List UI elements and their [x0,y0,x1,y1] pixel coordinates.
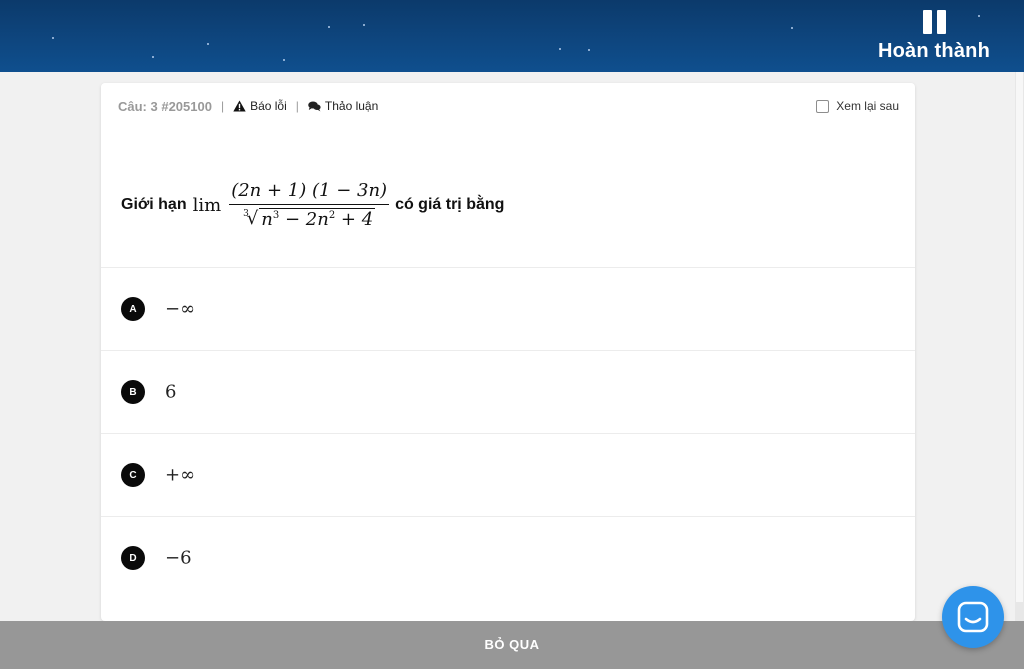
fraction-denominator: 3 √ n3 − 2n2 + 4 [243,205,376,230]
option-value: −∞ [165,298,196,320]
option-letter-badge: B [121,380,145,404]
answer-option-b[interactable]: B 6 [101,351,915,433]
star-decoration [791,27,793,29]
radicand-term: n [261,209,273,230]
separator: | [220,99,225,113]
star-decoration [363,24,365,26]
report-error-link[interactable]: Báo lỗi [233,99,287,113]
chat-launcher-button[interactable] [942,586,1004,648]
radicand: n3 − 2n2 + 4 [259,208,376,230]
separator: | [295,99,299,113]
question-card: Câu: 3 #205100 | Báo lỗi | Thảo luận Xem… [101,83,915,621]
option-value: −6 [165,547,192,569]
option-letter-badge: D [121,546,145,570]
fraction-numerator: (2n + 1) (1 − 3n) [229,180,390,205]
chat-bubbles-icon [308,101,321,111]
bottom-bar: BỎ QUA [0,621,1024,669]
option-value: 6 [165,381,177,403]
star-decoration [52,37,54,39]
question-prefix: Giới hạn [121,196,187,213]
finish-button[interactable]: Hoàn thành [874,10,994,63]
skip-button[interactable]: BỎ QUA [485,637,540,652]
root-sign: √ [246,208,259,229]
option-value: +∞ [165,464,196,486]
finish-label: Hoàn thành [878,40,990,62]
answer-option-a[interactable]: A −∞ [101,268,915,350]
option-letter-badge: A [121,297,145,321]
review-later-toggle[interactable]: Xem lại sau [816,99,899,113]
review-later-label: Xem lại sau [836,99,899,113]
report-error-label: Báo lỗi [250,99,287,113]
pause-icon [922,10,946,34]
top-bar: Hoàn thành [0,0,1024,72]
star-decoration [283,59,285,61]
discussion-link[interactable]: Thảo luận [308,99,378,113]
question-header: Câu: 3 #205100 | Báo lỗi | Thảo luận Xem… [118,98,899,114]
star-decoration [207,43,209,45]
lim-operator: lim [192,194,222,216]
question-suffix: có giá trị bằng [395,196,505,213]
option-letter-badge: C [121,463,145,487]
answer-option-c[interactable]: C +∞ [101,434,915,516]
star-decoration [588,49,590,51]
star-decoration [559,48,561,50]
star-decoration [152,56,154,58]
scrollbar[interactable] [1015,72,1024,621]
answer-option-d[interactable]: D −6 [101,517,915,599]
discussion-label: Thảo luận [324,99,379,113]
radicand-term: + 4 [335,209,374,230]
chat-icon [957,601,989,633]
question-number: Câu: 3 #205100 [118,98,212,114]
scrollbar-thumb[interactable] [1016,72,1023,602]
review-later-checkbox[interactable] [816,99,830,113]
question-stem: Giới hạn lim (2n + 1) (1 − 3n) 3 √ n3 − … [121,175,504,235]
limit-fraction: (2n + 1) (1 − 3n) 3 √ n3 − 2n2 + 4 [229,180,390,230]
star-decoration [328,26,330,28]
radicand-term: − 2n [279,209,329,230]
warning-icon [233,100,246,112]
